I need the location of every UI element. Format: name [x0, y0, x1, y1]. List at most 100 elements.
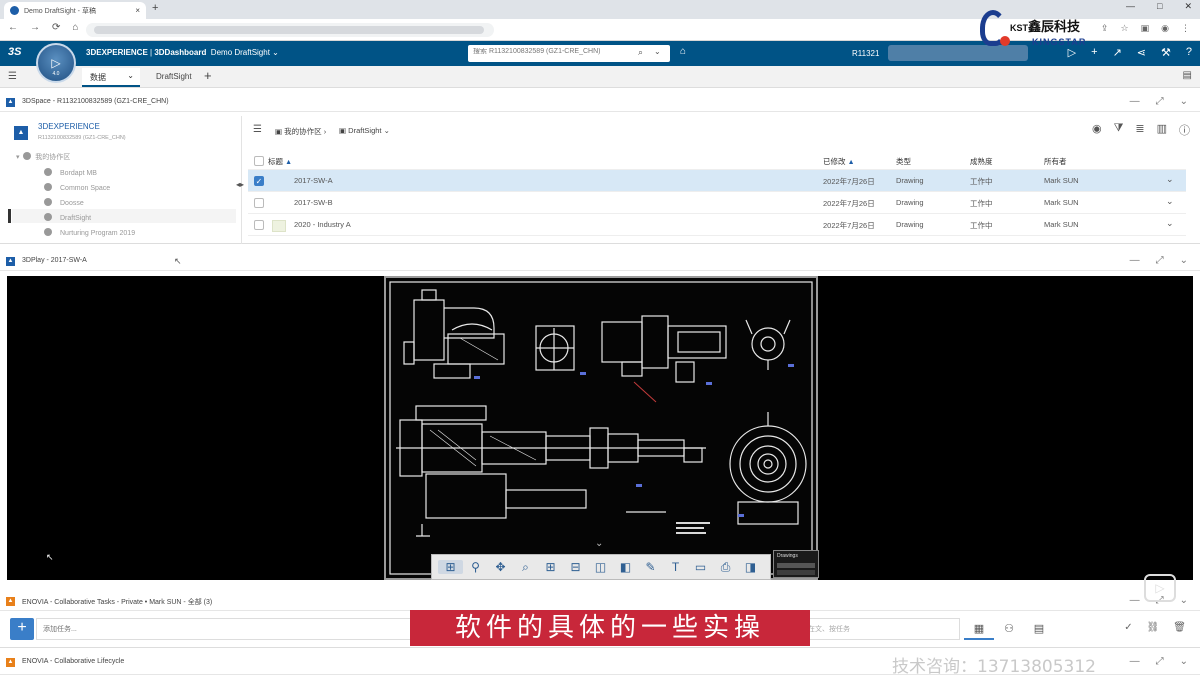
- tree-item[interactable]: Common Space: [44, 183, 110, 192]
- compass-icon[interactable]: ▷ 4.0: [36, 43, 76, 83]
- expand-chevron-icon[interactable]: ⌄: [1166, 196, 1174, 207]
- search-input[interactable]: [473, 48, 633, 55]
- widget-menu-chevron-icon[interactable]: ⌄: [1180, 595, 1188, 606]
- row-checkbox[interactable]: [254, 198, 264, 208]
- previous-view-icon[interactable]: ◧: [613, 560, 638, 574]
- expand-chevron-icon[interactable]: ⌄: [1166, 218, 1174, 229]
- panel-toggle-icon[interactable]: ◨: [738, 560, 763, 574]
- breadcrumb-root[interactable]: ▣ 我的协作区 ›: [275, 126, 326, 137]
- browser-tab[interactable]: Demo DraftSight - 草稿 ×: [4, 2, 146, 19]
- search-icon[interactable]: ⌕: [638, 47, 643, 58]
- tab-close-icon[interactable]: ×: [135, 6, 140, 15]
- row-checkbox[interactable]: ✓: [254, 176, 264, 186]
- row-title[interactable]: 2017-SW-B: [294, 198, 333, 207]
- tab-draftsight[interactable]: DraftSight: [156, 72, 192, 81]
- info-icon[interactable]: ⓘ: [1179, 122, 1190, 138]
- table-row[interactable]: 2020 - Industry A 2022年7月26日 Drawing 工作中…: [248, 214, 1186, 236]
- chevron-down-icon[interactable]: ⌄: [127, 71, 134, 80]
- link-icon[interactable]: ⛓: [1147, 622, 1160, 633]
- maximize-widget-icon[interactable]: ⤢: [1156, 656, 1164, 667]
- pan-icon[interactable]: ✥: [488, 560, 513, 574]
- table-row[interactable]: 2017-SW-B 2022年7月26日 Drawing 工作中 Mark SU…: [248, 192, 1186, 214]
- task-search-placeholder[interactable]: 在文、按任务: [808, 624, 850, 634]
- sheet-panel[interactable]: Drawings: [773, 550, 819, 578]
- filter-icon[interactable]: ⧩: [1114, 122, 1124, 138]
- tree-item[interactable]: Nurturing Program 2019: [44, 228, 135, 237]
- widget-menu-chevron-icon[interactable]: ⌄: [1180, 656, 1188, 667]
- sheet-thumb[interactable]: [777, 570, 815, 575]
- close-window-icon[interactable]: ✕: [1184, 1, 1192, 12]
- tree-folder[interactable]: ▾ 我的协作区: [16, 152, 70, 162]
- bookmark-star-icon[interactable]: ☆: [1121, 23, 1129, 34]
- help-icon[interactable]: ?: [1186, 46, 1192, 59]
- eye-icon[interactable]: ◉: [1092, 122, 1102, 138]
- measure-icon[interactable]: ▭: [688, 560, 713, 574]
- home-icon[interactable]: ⌂: [72, 22, 78, 33]
- fit-icon[interactable]: ◫: [588, 560, 613, 574]
- forward-icon[interactable]: →: [30, 22, 40, 33]
- minimize-widget-icon[interactable]: —: [1130, 255, 1140, 266]
- widget-menu-chevron-icon[interactable]: ⌄: [1180, 96, 1188, 107]
- 3ds-logo-icon[interactable]: 3S: [8, 46, 21, 58]
- col-title[interactable]: 标题 ▲: [268, 156, 292, 167]
- select-all-checkbox[interactable]: [254, 156, 264, 166]
- calendar-view-icon[interactable]: ▦: [964, 618, 994, 640]
- profile-icon[interactable]: ◉: [1161, 23, 1169, 34]
- network-icon[interactable]: ⋖: [1137, 46, 1146, 59]
- sidebar-icon[interactable]: ▣: [1141, 23, 1150, 34]
- tree-item[interactable]: Bordapt MB: [44, 168, 97, 177]
- list-view-icon[interactable]: ≣: [1135, 122, 1144, 138]
- zoom-in-icon[interactable]: ⊞: [538, 560, 563, 574]
- col-type[interactable]: 类型: [896, 156, 911, 167]
- maximize-widget-icon[interactable]: ⤢: [1156, 255, 1164, 266]
- dashboard-name[interactable]: Demo DraftSight: [211, 48, 270, 57]
- add-tab-button[interactable]: +: [204, 68, 212, 83]
- url-field[interactable]: [86, 23, 494, 37]
- table-row[interactable]: ✓ 2017-SW-A 2022年7月26日 Drawing 工作中 Mark …: [248, 170, 1186, 192]
- zoom-area-icon[interactable]: ⌕: [513, 560, 538, 575]
- drawing-sheet[interactable]: [384, 276, 818, 580]
- row-checkbox[interactable]: [254, 220, 264, 230]
- tree-root[interactable]: 3DEXPERIENCE: [38, 122, 100, 131]
- row-title[interactable]: 2017-SW-A: [294, 176, 333, 185]
- text-tool-icon[interactable]: T: [663, 560, 688, 574]
- add-task-button[interactable]: +: [10, 618, 34, 640]
- new-tab-button[interactable]: +: [152, 2, 158, 14]
- comment-icon[interactable]: ▤: [1183, 70, 1192, 81]
- chevron-down-icon[interactable]: ⌄: [654, 47, 661, 56]
- print-icon[interactable]: ⎙: [713, 560, 738, 575]
- minimize-icon[interactable]: —: [1126, 1, 1135, 12]
- row-title[interactable]: 2020 - Industry A: [294, 220, 351, 229]
- tree-item[interactable]: Doosse: [44, 198, 84, 207]
- reload-icon[interactable]: ⟳: [52, 22, 60, 33]
- minimize-widget-icon[interactable]: —: [1130, 656, 1140, 667]
- maximize-widget-icon[interactable]: ⤢: [1156, 96, 1164, 107]
- widget-menu-chevron-icon[interactable]: ⌄: [1180, 255, 1188, 266]
- zoom-icon[interactable]: ⚲: [463, 560, 488, 574]
- maximize-icon[interactable]: □: [1157, 1, 1162, 12]
- markup-pen-icon[interactable]: ✎: [638, 560, 663, 574]
- tag-icon[interactable]: ⌂: [680, 46, 686, 57]
- chat-view-icon[interactable]: ▤: [1024, 618, 1054, 640]
- hamburger-menu-icon[interactable]: ☰: [8, 71, 17, 82]
- sheet-thumb[interactable]: [777, 563, 815, 568]
- share-icon[interactable]: ↗: [1113, 46, 1122, 59]
- col-owner[interactable]: 所有者: [1044, 156, 1067, 167]
- chart-view-icon[interactable]: ▥: [1157, 122, 1167, 138]
- tab-data[interactable]: 数据 ⌄: [82, 68, 140, 87]
- minimize-widget-icon[interactable]: —: [1130, 96, 1140, 107]
- col-modified[interactable]: 已修改 ▲: [823, 156, 855, 167]
- drawing-viewer[interactable]: ⌄ ⊞ ⚲ ✥ ⌕ ⊞ ⊟ ◫ ◧ ✎ T ▭ ⎙ ◨ Drawings: [7, 276, 1193, 580]
- back-icon[interactable]: ←: [8, 22, 18, 33]
- tools-icon[interactable]: ⚒: [1161, 46, 1171, 59]
- minimize-widget-icon[interactable]: —: [1130, 595, 1140, 606]
- select-tool-icon[interactable]: ⊞: [438, 560, 463, 574]
- browser-menu-icon[interactable]: ⋮: [1181, 23, 1190, 34]
- panel-resize-icon[interactable]: ◂▸: [236, 180, 244, 189]
- col-maturity[interactable]: 成熟度: [970, 156, 993, 167]
- chevron-down-icon[interactable]: ⌄: [595, 538, 603, 549]
- list-menu-icon[interactable]: ☰: [253, 124, 262, 135]
- zoom-out-icon[interactable]: ⊟: [563, 560, 588, 574]
- people-view-icon[interactable]: ⚇: [994, 618, 1024, 640]
- breadcrumb-current[interactable]: ▣ DraftSight ⌄: [339, 126, 390, 135]
